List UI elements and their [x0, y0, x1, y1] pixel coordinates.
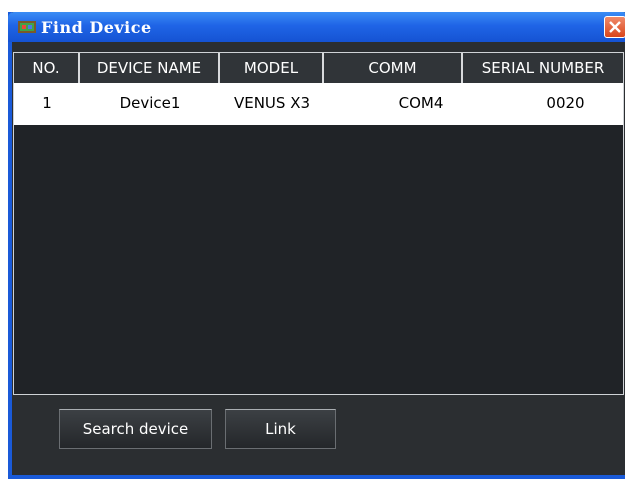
table-row[interactable]: 1 Device1 VENUS X3 COM4 0020 — [14, 83, 623, 125]
column-header-device-name[interactable]: DEVICE NAME — [80, 53, 220, 83]
cell-comm: COM4 — [398, 94, 444, 112]
column-header-no[interactable]: NO. — [14, 53, 80, 83]
table-header: NO. DEVICE NAME MODEL COMM SERIAL NUMBER — [14, 53, 623, 83]
column-header-serial-number[interactable]: SERIAL NUMBER — [463, 53, 623, 83]
table-body[interactable]: 1 Device1 VENUS X3 COM4 0020 — [14, 83, 623, 394]
device-list[interactable]: NO. DEVICE NAME MODEL COMM SERIAL NUMBER… — [13, 52, 624, 395]
search-device-button[interactable]: Search device — [59, 409, 212, 449]
close-button[interactable] — [604, 16, 625, 38]
cell-model: VENUS X3 — [233, 94, 311, 112]
cell-no: 1 — [42, 94, 52, 112]
cell-device-name: Device1 — [119, 94, 181, 112]
cell-serial-number: 0020 — [546, 94, 585, 112]
title-bar[interactable]: Find Device — [8, 12, 625, 42]
find-device-window: Find Device NO. DEVICE NAME MODEL COMM S… — [8, 12, 625, 479]
close-icon — [609, 21, 621, 33]
column-header-comm[interactable]: COMM — [324, 53, 463, 83]
device-icon — [18, 19, 36, 35]
column-header-model[interactable]: MODEL — [220, 53, 324, 83]
window-title: Find Device — [41, 18, 152, 37]
link-button[interactable]: Link — [225, 409, 336, 449]
